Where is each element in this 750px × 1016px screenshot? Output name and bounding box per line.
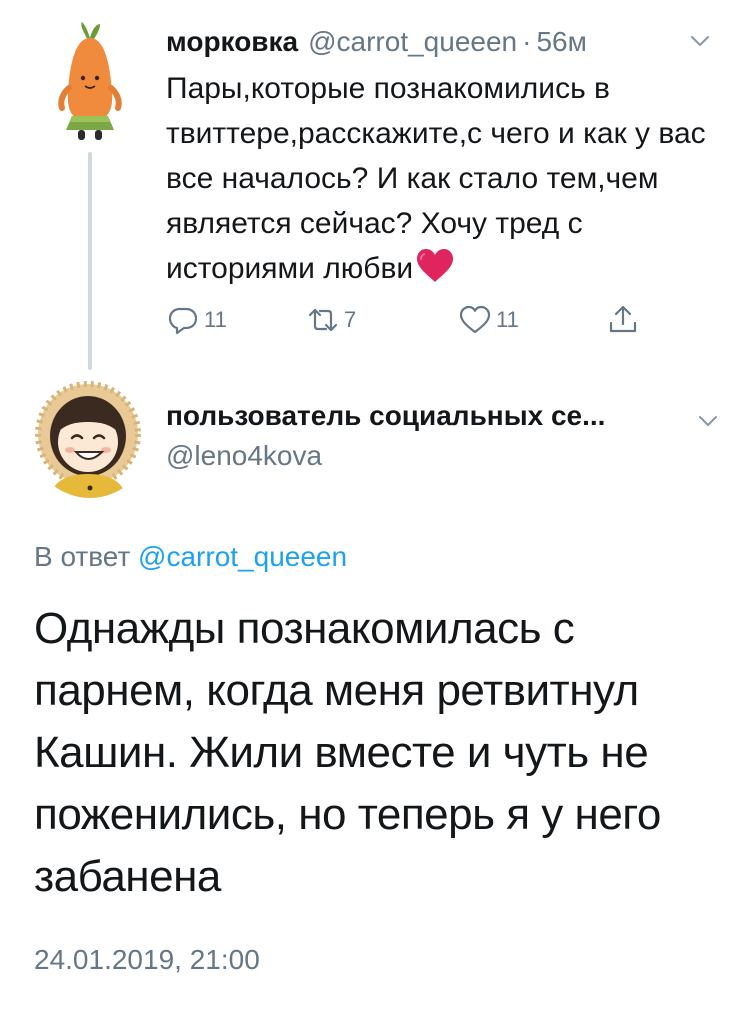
reply-author-handle[interactable]: @leno4kova bbox=[166, 440, 322, 472]
reply-author-name[interactable]: пользователь социальных се... bbox=[166, 400, 605, 432]
tweet-timestamp[interactable]: 24.01.2019, 21:00 bbox=[34, 944, 260, 976]
parent-tweet-header: морковка @carrot_queeen · 56м bbox=[166, 22, 726, 62]
replying-to-label: В ответ bbox=[34, 541, 131, 572]
like-button[interactable]: 11 bbox=[458, 300, 519, 340]
smiling-face-avatar[interactable] bbox=[30, 378, 150, 498]
like-count: 11 bbox=[496, 307, 519, 332]
share-icon bbox=[609, 305, 637, 333]
heart-emoji bbox=[417, 249, 454, 282]
retweet-icon bbox=[308, 308, 338, 332]
chevron-down-icon[interactable] bbox=[698, 414, 718, 428]
tweet-actions-bar: 11 7 11 bbox=[166, 300, 646, 340]
carrot-plush-avatar[interactable] bbox=[52, 22, 128, 144]
separator-dot: · bbox=[522, 26, 532, 57]
parent-tweet-text: Пары,которые познакомились в твиттере,ра… bbox=[166, 66, 726, 291]
reply-count: 11 bbox=[204, 307, 227, 332]
reply-icon bbox=[168, 307, 198, 335]
author-name[interactable]: морковка bbox=[166, 26, 298, 58]
like-heart-icon bbox=[459, 305, 491, 334]
reply-button[interactable]: 11 bbox=[166, 300, 227, 340]
chevron-down-icon[interactable] bbox=[690, 34, 710, 48]
reply-tweet-text: Однажды познакомилась с парнем, когда ме… bbox=[34, 604, 661, 901]
author-handle[interactable]: @carrot_queeen bbox=[308, 26, 517, 58]
retweet-count: 7 bbox=[344, 307, 357, 332]
replying-to-mention[interactable]: @carrot_queeen bbox=[138, 541, 347, 572]
replying-to-line: В ответ @carrot_queeen bbox=[34, 541, 347, 573]
retweet-button[interactable]: 7 bbox=[306, 300, 356, 340]
thread-connector-line bbox=[88, 152, 92, 370]
tweet-time[interactable]: 56м bbox=[536, 26, 586, 58]
share-button[interactable] bbox=[606, 300, 640, 340]
